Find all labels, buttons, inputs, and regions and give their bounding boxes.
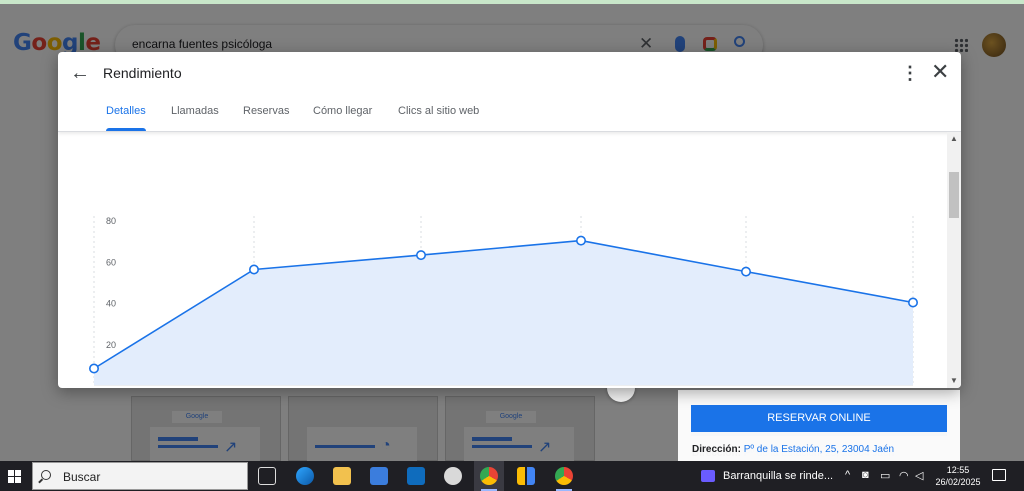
y-tick-label-20: 20 (106, 340, 116, 350)
data-point-3 (575, 235, 586, 246)
performance-chart: 20406080sept 2024oct 2024nov 2024dic 202… (88, 216, 918, 386)
data-point-5 (907, 297, 918, 308)
data-point-1 (249, 264, 260, 275)
scroll-up-icon[interactable]: ▲ (950, 134, 958, 143)
store-icon[interactable] (370, 467, 388, 485)
tab-llamadas[interactable]: Llamadas (171, 105, 219, 131)
chrome-icon[interactable] (555, 467, 573, 485)
windows-start-icon[interactable] (8, 470, 21, 483)
tab-como-llegar[interactable]: Cómo llegar (313, 105, 372, 131)
scrollbar-thumb[interactable] (949, 172, 959, 218)
scroll-down-icon[interactable]: ▼ (950, 376, 958, 385)
paint-icon[interactable] (444, 467, 462, 485)
task-view-icon[interactable] (258, 467, 276, 485)
more-options-icon[interactable]: ⋮ (901, 63, 919, 83)
media-play-icon[interactable] (701, 470, 715, 482)
chevron-up-icon[interactable]: ^ (845, 469, 850, 481)
battery-icon[interactable]: ▭ (880, 469, 890, 482)
meet-icon[interactable]: ◙ (862, 469, 869, 481)
notifications-icon[interactable] (992, 469, 1006, 481)
data-point-4 (740, 266, 751, 277)
volume-icon[interactable]: ◁ (915, 469, 923, 482)
dialog-title: Rendimiento (103, 65, 182, 81)
dialog-header: ← Rendimiento ⋮ ✕ Detalles Llamadas Rese… (58, 52, 961, 132)
tab-detalles[interactable]: Detalles (106, 105, 146, 131)
tab-reservas[interactable]: Reservas (243, 105, 289, 131)
dialog-scrollbar[interactable]: ▲ ▼ (947, 132, 961, 388)
y-tick-label-60: 60 (106, 257, 116, 267)
search-icon (41, 470, 51, 480)
back-arrow-icon[interactable]: ← (70, 62, 90, 84)
windows-taskbar: Buscar Barranquilla se rinde... ^ ◙ ▭ ◠ … (0, 461, 1024, 491)
close-icon[interactable]: ✕ (931, 61, 949, 83)
google-ads-icon[interactable] (517, 467, 535, 485)
data-point-0 (88, 363, 99, 374)
y-tick-label-40: 40 (106, 299, 116, 309)
media-title[interactable]: Barranquilla se rinde... (723, 470, 833, 482)
clock[interactable]: 12:55 26/02/2025 (934, 464, 982, 488)
chrome-icon[interactable] (480, 467, 498, 485)
file-explorer-icon[interactable] (333, 467, 351, 485)
area-fill (94, 240, 913, 385)
wifi-icon[interactable]: ◠ (899, 469, 909, 482)
outlook-icon[interactable] (407, 467, 425, 485)
tab-clics-sitio-web[interactable]: Clics al sitio web (398, 105, 479, 131)
reserve-online-button[interactable]: RESERVAR ONLINE (691, 405, 947, 432)
y-tick-label-80: 80 (106, 216, 116, 226)
performance-dialog: ← Rendimiento ⋮ ✕ Detalles Llamadas Rese… (58, 52, 961, 388)
edge-icon[interactable] (296, 467, 314, 485)
taskbar-search[interactable]: Buscar (32, 462, 248, 490)
data-point-2 (415, 250, 426, 261)
address: Dirección: Pº de la Estación, 25, 23004 … (692, 444, 895, 455)
